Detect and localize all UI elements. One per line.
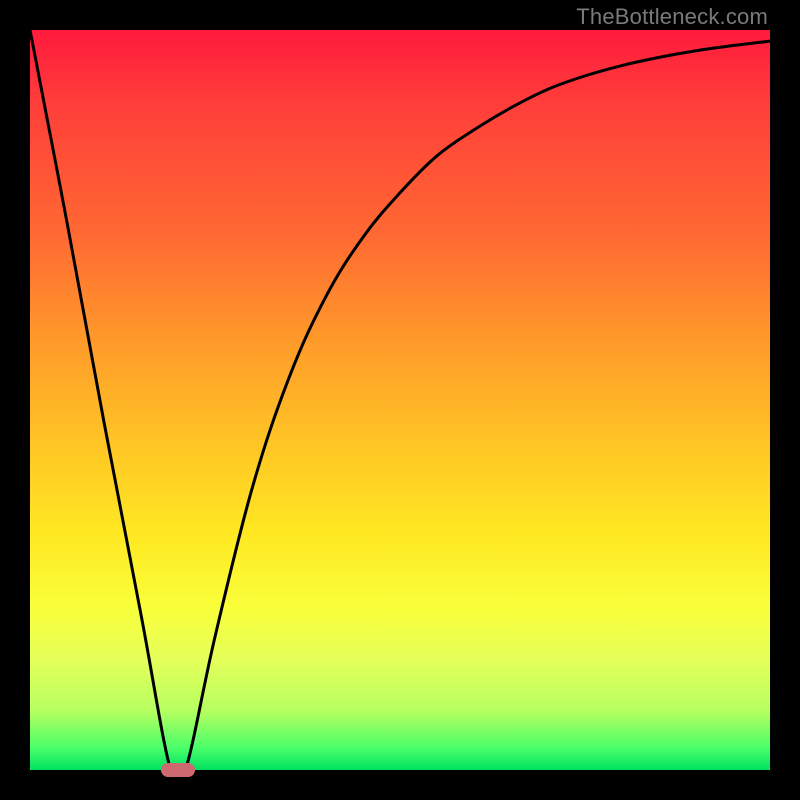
chart-frame: TheBottleneck.com bbox=[0, 0, 800, 800]
bottleneck-indicator bbox=[161, 763, 195, 777]
watermark-text: TheBottleneck.com bbox=[576, 4, 768, 30]
bottleneck-curve bbox=[30, 30, 770, 770]
plot-area bbox=[30, 30, 770, 770]
